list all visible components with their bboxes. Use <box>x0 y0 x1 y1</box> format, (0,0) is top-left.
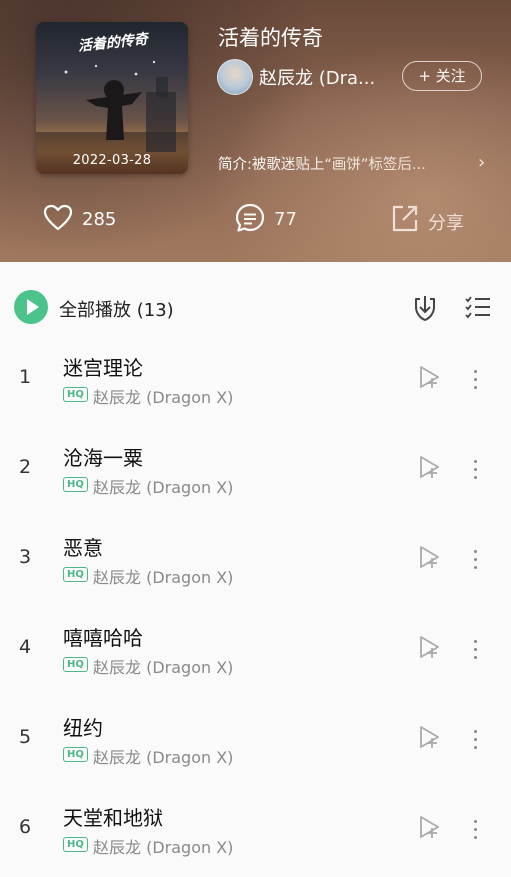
song-title: 纽约 <box>63 716 103 740</box>
add-to-playlist-icon[interactable] <box>416 364 442 390</box>
song-index: 1 <box>19 366 32 388</box>
more-icon[interactable] <box>470 816 482 842</box>
chevron-right-icon[interactable]: › <box>478 152 485 173</box>
more-icon[interactable] <box>470 546 482 572</box>
song-artist[interactable]: 赵辰龙 (Dragon X) <box>93 744 233 768</box>
comment-button[interactable]: 77 <box>234 202 314 236</box>
cover-scene <box>36 60 188 174</box>
song-index: 4 <box>19 636 32 658</box>
share-icon <box>392 205 418 232</box>
song-row[interactable]: 2 沧海一粟 HQ 赵辰龙 (Dragon X) <box>0 424 511 514</box>
artist-row: 赵辰龙 (Dra... + 关注 <box>217 59 497 95</box>
song-title: 沧海一粟 <box>63 446 143 470</box>
album-intro[interactable]: 简介:被歌迷贴上“画饼”标签后... <box>218 153 426 174</box>
hq-badge: HQ <box>63 837 88 852</box>
hq-badge: HQ <box>63 387 88 402</box>
song-index: 2 <box>19 456 32 478</box>
follow-button[interactable]: + 关注 <box>402 61 482 91</box>
share-button[interactable]: 分享 <box>390 202 480 236</box>
play-icon[interactable] <box>14 290 48 324</box>
hq-badge: HQ <box>63 657 88 672</box>
song-row[interactable]: 5 纽约 HQ 赵辰龙 (Dragon X) <box>0 694 511 784</box>
artist-avatar[interactable] <box>217 59 253 95</box>
song-row[interactable]: 6 天堂和地狱 HQ 赵辰龙 (Dragon X) <box>0 784 511 874</box>
song-artist[interactable]: 赵辰龙 (Dragon X) <box>93 564 233 588</box>
album-release-date: 2022-03-28 <box>72 153 152 168</box>
hq-badge: HQ <box>63 747 88 762</box>
share-label: 分享 <box>428 213 464 234</box>
song-index: 5 <box>19 726 32 748</box>
more-icon[interactable] <box>470 726 482 752</box>
download-icon[interactable] <box>412 293 438 323</box>
like-button[interactable]: 285 <box>42 202 132 236</box>
add-to-playlist-icon[interactable] <box>416 634 442 660</box>
album-cover[interactable]: 活着的传奇 2022-03-28 <box>36 22 188 174</box>
artist-name[interactable]: 赵辰龙 (Dra... <box>259 64 375 90</box>
song-artist[interactable]: 赵辰龙 (Dragon X) <box>93 384 233 408</box>
song-index: 3 <box>19 546 32 568</box>
comment-count: 77 <box>274 209 297 230</box>
add-to-playlist-icon[interactable] <box>416 724 442 750</box>
song-row[interactable]: 3 恶意 HQ 赵辰龙 (Dragon X) <box>0 514 511 604</box>
more-icon[interactable] <box>470 636 482 662</box>
comment-icon <box>235 203 265 232</box>
multi-select-icon[interactable] <box>464 295 492 319</box>
song-index: 6 <box>19 816 32 838</box>
album-title: 活着的传奇 <box>218 26 323 50</box>
more-icon[interactable] <box>470 456 482 482</box>
add-to-playlist-icon[interactable] <box>416 544 442 570</box>
add-to-playlist-icon[interactable] <box>416 454 442 480</box>
song-title: 天堂和地狱 <box>63 806 163 830</box>
hq-badge: HQ <box>63 567 88 582</box>
song-row[interactable]: 1 迷宫理论 HQ 赵辰龙 (Dragon X) <box>0 334 511 424</box>
hq-badge: HQ <box>63 477 88 492</box>
song-title: 嘻嘻哈哈 <box>63 626 143 650</box>
heart-icon <box>43 204 73 231</box>
song-artist[interactable]: 赵辰龙 (Dragon X) <box>93 474 233 498</box>
song-artist[interactable]: 赵辰龙 (Dragon X) <box>93 834 233 858</box>
add-to-playlist-icon[interactable] <box>416 814 442 840</box>
like-count: 285 <box>82 209 117 230</box>
song-title: 迷宫理论 <box>63 356 143 380</box>
song-title: 恶意 <box>63 536 103 560</box>
album-header: 活着的传奇 2022-03-28 活着的传奇 赵辰龙 (Dra... + 关注 … <box>0 0 511 262</box>
play-all-button[interactable]: 全部播放 (13) <box>59 296 174 322</box>
song-row[interactable]: 4 嘻嘻哈哈 HQ 赵辰龙 (Dragon X) <box>0 604 511 694</box>
more-icon[interactable] <box>470 366 482 392</box>
song-artist[interactable]: 赵辰龙 (Dragon X) <box>93 654 233 678</box>
